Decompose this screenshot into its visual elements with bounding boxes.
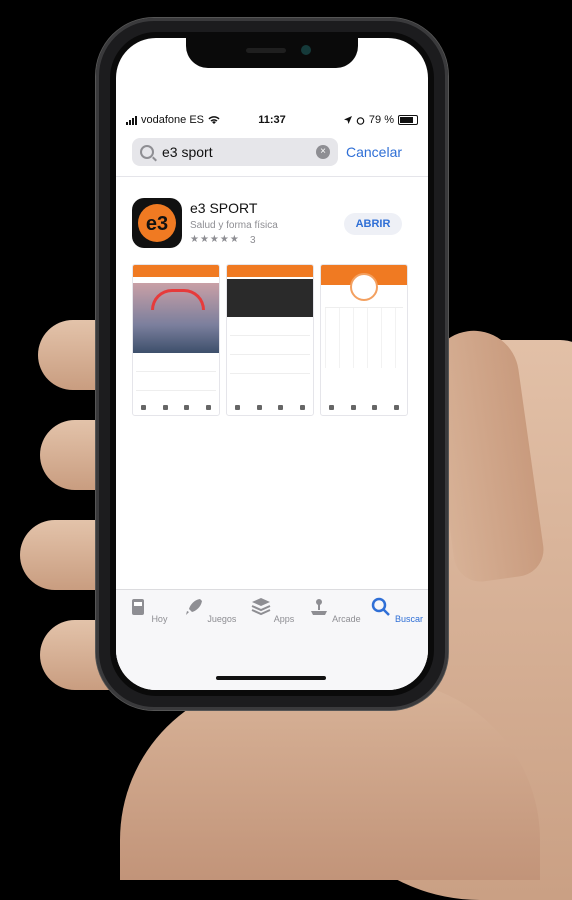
app-category: Salud y forma física bbox=[190, 220, 278, 231]
screenshot-photo bbox=[133, 283, 219, 353]
cancel-button[interactable]: Cancelar bbox=[346, 144, 402, 160]
screenshot-avatar bbox=[350, 273, 378, 301]
rocket-icon bbox=[185, 599, 202, 615]
battery-percent: 79 % bbox=[368, 114, 394, 126]
divider bbox=[116, 176, 428, 177]
tab-bar: Hoy Juegos Apps Arcade Buscar bbox=[116, 589, 428, 690]
layers-icon bbox=[251, 598, 271, 616]
search-input[interactable]: e3 sport bbox=[162, 144, 316, 160]
today-icon bbox=[131, 599, 144, 615]
app-name[interactable]: e3 SPORT bbox=[190, 200, 257, 216]
tab-label: Juegos bbox=[207, 614, 237, 624]
phone-screen: vodafone ES 11:37 79 % e3 sport × Cancel… bbox=[116, 38, 428, 690]
app-icon[interactable]: e3 bbox=[132, 198, 182, 248]
battery-icon bbox=[398, 115, 418, 125]
finish-arch bbox=[151, 289, 205, 310]
screenshot-card bbox=[230, 359, 310, 374]
alarm-icon bbox=[356, 116, 365, 125]
e3-logo-icon: e3 bbox=[138, 204, 176, 242]
screenshot-chart bbox=[325, 307, 403, 368]
rating-stars: ★★★★★ bbox=[190, 234, 240, 245]
joystick-icon bbox=[311, 599, 328, 615]
tabs: Hoy Juegos Apps Arcade Buscar bbox=[116, 590, 428, 624]
location-icon bbox=[343, 116, 352, 124]
speaker bbox=[246, 48, 286, 53]
tab-juegos[interactable]: Juegos bbox=[182, 596, 238, 624]
search-bar[interactable]: e3 sport × bbox=[132, 138, 338, 166]
screenshot-nav bbox=[227, 405, 313, 411]
tab-label: Arcade bbox=[332, 614, 361, 624]
tab-label: Hoy bbox=[151, 614, 168, 624]
screenshot-header bbox=[133, 265, 219, 277]
screenshot-nav bbox=[133, 405, 219, 411]
rating-count: 3 bbox=[250, 235, 256, 246]
app-result[interactable]: e3 e3 SPORT Salud y forma física ★★★★★ 3… bbox=[132, 198, 412, 254]
app-screenshot[interactable] bbox=[320, 264, 408, 416]
tab-label: Buscar bbox=[395, 614, 424, 624]
tab-buscar[interactable]: Buscar bbox=[369, 596, 425, 624]
screenshot-card bbox=[230, 321, 310, 336]
camera bbox=[301, 45, 311, 55]
search-icon bbox=[140, 145, 154, 159]
status-right: 79 % bbox=[343, 114, 418, 126]
phone: vodafone ES 11:37 79 % e3 sport × Cancel… bbox=[96, 18, 448, 710]
notch bbox=[186, 38, 358, 68]
open-button[interactable]: ABRIR bbox=[344, 213, 402, 235]
clear-icon[interactable]: × bbox=[316, 145, 330, 159]
screenshot-gallery[interactable] bbox=[132, 264, 412, 416]
logo-text: e3 bbox=[146, 213, 168, 235]
screenshot-card bbox=[230, 340, 310, 355]
tab-arcade[interactable]: Arcade bbox=[306, 596, 362, 624]
screenshot-nav bbox=[321, 405, 407, 411]
screenshot-header bbox=[227, 265, 313, 277]
search-icon bbox=[372, 597, 391, 616]
app-screenshot[interactable] bbox=[132, 264, 220, 416]
tab-apps[interactable]: Apps bbox=[244, 596, 300, 624]
screenshot-dark-panel bbox=[227, 279, 313, 317]
screenshot-card bbox=[136, 357, 216, 372]
status-bar: vodafone ES 11:37 79 % bbox=[116, 110, 428, 132]
tab-hoy[interactable]: Hoy bbox=[119, 596, 175, 624]
app-screenshot[interactable] bbox=[226, 264, 314, 416]
home-indicator[interactable] bbox=[216, 676, 326, 680]
tab-label: Apps bbox=[273, 614, 295, 624]
screenshot-card bbox=[136, 376, 216, 391]
